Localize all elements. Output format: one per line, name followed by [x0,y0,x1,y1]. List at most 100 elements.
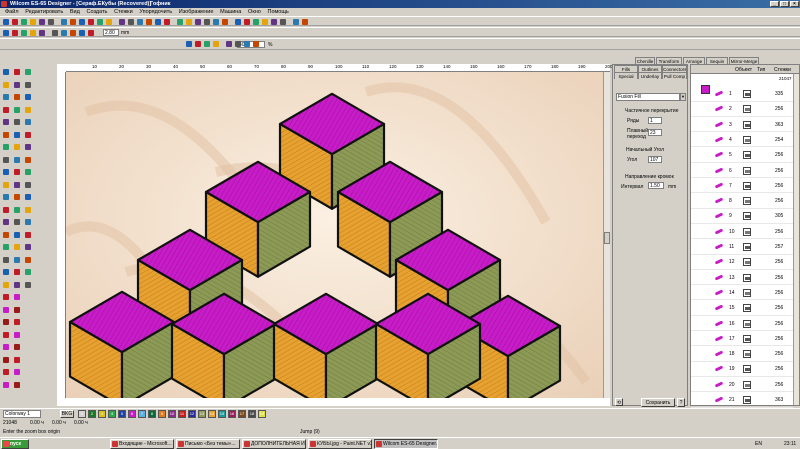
minimize-button[interactable]: _ [770,1,779,7]
colorway-select[interactable]: Colorway 1 [3,410,41,418]
tool-button[interactable] [13,193,21,201]
tool-button[interactable] [24,181,32,189]
color-swatch[interactable]: 9 [158,410,166,418]
toolbar-button[interactable] [96,18,104,26]
tool-button[interactable] [2,256,10,264]
tool-button[interactable] [2,343,10,351]
tool-button[interactable] [2,243,10,251]
toolbar-button[interactable] [185,18,193,26]
menu-file[interactable]: Файл [5,8,19,16]
color-swatch[interactable]: 4 [108,410,116,418]
tool-button[interactable] [13,343,21,351]
angle-input[interactable]: 107 [648,156,662,163]
list-item[interactable]: 10 256 [691,227,793,240]
scroll-thumb[interactable] [604,232,610,244]
menu-help[interactable]: Помощь [268,8,289,16]
tool-button[interactable] [2,106,10,114]
list-item[interactable]: 13 256 [691,273,793,286]
toolbar-button[interactable] [203,18,211,26]
toolbar-button[interactable] [234,40,242,48]
tool-button[interactable] [13,118,21,126]
start-button[interactable]: пуск [1,439,29,449]
tool-button[interactable] [2,131,10,139]
tool-button[interactable] [13,143,21,151]
tool-button[interactable] [13,268,21,276]
menu-arrange[interactable]: Упорядочить [139,8,172,16]
tab-underlay[interactable]: Underlay [638,72,662,79]
tab-transform[interactable]: Transform [656,57,682,64]
toolbar-button[interactable] [185,40,193,48]
toolbar-button[interactable] [87,29,95,37]
tab-sequin[interactable]: Sequin [706,57,728,64]
color-swatch[interactable]: 7 [138,410,146,418]
color-swatch[interactable]: 19 [258,410,266,418]
toolbar-button[interactable] [212,40,220,48]
toolbar-button[interactable] [194,40,202,48]
help-icon[interactable]: ? [677,398,685,407]
list-item[interactable]: 20 256 [691,380,793,393]
toolbar-button[interactable] [145,18,153,26]
menu-create[interactable]: Создать [87,8,108,16]
tool-button[interactable] [13,181,21,189]
tool-button[interactable] [24,118,32,126]
tab-pull-comp[interactable]: Pull Comp [662,72,687,79]
toolbar-button[interactable] [225,40,233,48]
list-item[interactable]: 21 363 [691,395,793,408]
toolbar-button[interactable] [212,18,220,26]
tool-button[interactable] [2,168,10,176]
tool-button[interactable] [24,218,32,226]
list-item[interactable]: 8 256 [691,196,793,209]
menu-view[interactable]: Вид [70,8,80,16]
list-item[interactable]: 7 256 [691,181,793,194]
tool-button[interactable] [2,156,10,164]
toolbar-button[interactable] [194,18,202,26]
color-swatch[interactable]: 10 [168,410,176,418]
toolbar-button[interactable] [69,18,77,26]
toolbar-button[interactable] [78,29,86,37]
toolbar-button[interactable] [118,18,126,26]
tool-button[interactable] [2,81,10,89]
tool-button[interactable] [2,331,10,339]
toolbar-button[interactable] [243,18,251,26]
list-item[interactable]: 16 256 [691,319,793,332]
tool-button[interactable] [13,318,21,326]
toolbar-button[interactable] [292,18,300,26]
tool-button[interactable] [2,218,10,226]
toolbar-button[interactable] [252,18,260,26]
color-swatch[interactable]: 6 [128,410,136,418]
menu-image[interactable]: Изображение [179,8,214,16]
color-swatch[interactable]: 13 [198,410,206,418]
toolbar-button[interactable] [203,40,211,48]
language-indicator[interactable]: EN [755,441,762,447]
color-swatch[interactable]: 11 [178,410,186,418]
menu-machine[interactable]: Машина [220,8,241,16]
document-tab[interactable]: Гофник [150,1,170,7]
tool-button[interactable] [24,243,32,251]
tool-button[interactable] [24,131,32,139]
smooth-input[interactable]: 23 [648,129,662,136]
close-button[interactable]: × [790,1,799,7]
toolbar-button[interactable] [176,18,184,26]
taskbar-item[interactable]: Входящие - Microsoft... [110,439,174,449]
list-item[interactable]: 15 256 [691,303,793,316]
fill-type-select[interactable]: Fusion Fill [616,93,680,101]
tab-mirror-merge[interactable]: Mirror-Merge [729,57,759,64]
toolbar-button[interactable] [105,18,113,26]
header-stitches[interactable]: Стежки [774,67,791,73]
toolbar-button[interactable] [20,29,28,37]
tool-button[interactable] [2,318,10,326]
list-scrollbar[interactable] [793,74,799,405]
tool-button[interactable] [2,356,10,364]
tool-button[interactable] [2,118,10,126]
taskbar-item[interactable]: КУБЫ.jpg - Paint.NET v3... [308,439,372,449]
toolbar-button[interactable] [38,18,46,26]
tool-button[interactable] [13,356,21,364]
tab-fills[interactable]: Fills [614,65,638,72]
tool-button[interactable] [13,156,21,164]
tool-button[interactable] [24,256,32,264]
color-swatch[interactable]: 14 [208,410,216,418]
tool-button[interactable] [13,68,21,76]
rows-input[interactable]: 1 [648,117,662,124]
menu-edit[interactable]: Редактировать [25,8,63,16]
tab-connectors[interactable]: Connectors [662,65,687,72]
